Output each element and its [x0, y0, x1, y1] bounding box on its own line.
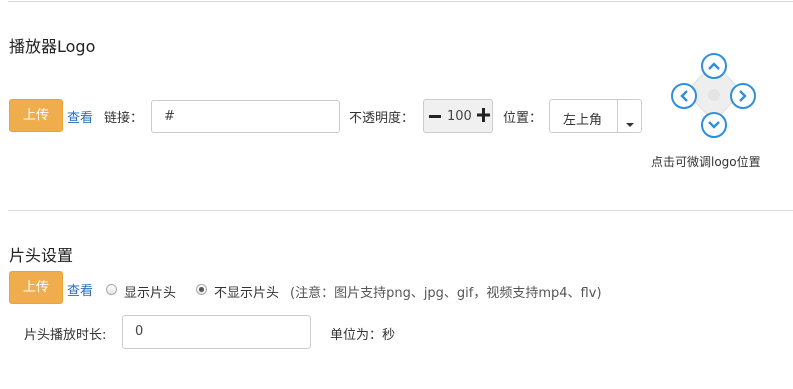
show-intro-label[interactable]: 显示片头	[124, 282, 176, 301]
logo-section-title: 播放器Logo	[9, 37, 96, 56]
hide-intro-radio[interactable]	[196, 284, 207, 295]
select-divider	[617, 100, 618, 132]
link-label: 链接：	[104, 111, 144, 126]
position-value: 左上角	[563, 113, 603, 128]
opacity-stepper[interactable]: 100	[423, 99, 493, 133]
logo-upload-button[interactable]: 上传	[9, 99, 63, 132]
hide-intro-label[interactable]: 不显示片头	[214, 282, 279, 301]
position-select[interactable]: 左上角	[549, 99, 642, 133]
opacity-value: 100	[447, 109, 472, 124]
minus-icon[interactable]	[429, 108, 441, 122]
arrow-left-icon[interactable]	[671, 83, 697, 109]
duration-input[interactable]: 0	[122, 315, 311, 349]
duration-label: 片头播放时长:	[24, 328, 107, 343]
show-intro-radio[interactable]	[106, 284, 117, 295]
position-adjust-pad	[668, 52, 760, 140]
intro-section-title: 片头设置	[9, 246, 74, 265]
top-divider	[8, 1, 793, 2]
unit-label: 单位为：秒	[330, 328, 396, 343]
arrow-down-icon[interactable]	[701, 112, 727, 138]
logo-view-link[interactable]: 查看	[67, 107, 93, 126]
opacity-label: 不透明度：	[349, 111, 415, 126]
duration-value: 0	[135, 324, 144, 339]
section-divider	[8, 210, 793, 211]
format-note: (注意：图片支持png、jpg、gif，视频支持mp4、flv)	[290, 286, 602, 301]
logo-link-value: #	[164, 109, 175, 124]
intro-view-link[interactable]: 查看	[67, 280, 93, 299]
arrow-right-icon[interactable]	[730, 83, 756, 109]
logo-link-input[interactable]: #	[151, 100, 340, 133]
intro-upload-button[interactable]: 上传	[9, 271, 63, 304]
plus-icon[interactable]	[477, 107, 490, 122]
arrow-up-icon[interactable]	[701, 53, 727, 79]
position-label: 位置：	[503, 111, 543, 126]
caret-down-icon[interactable]	[626, 113, 634, 127]
adjust-hint: 点击可微调logo位置	[651, 155, 761, 169]
